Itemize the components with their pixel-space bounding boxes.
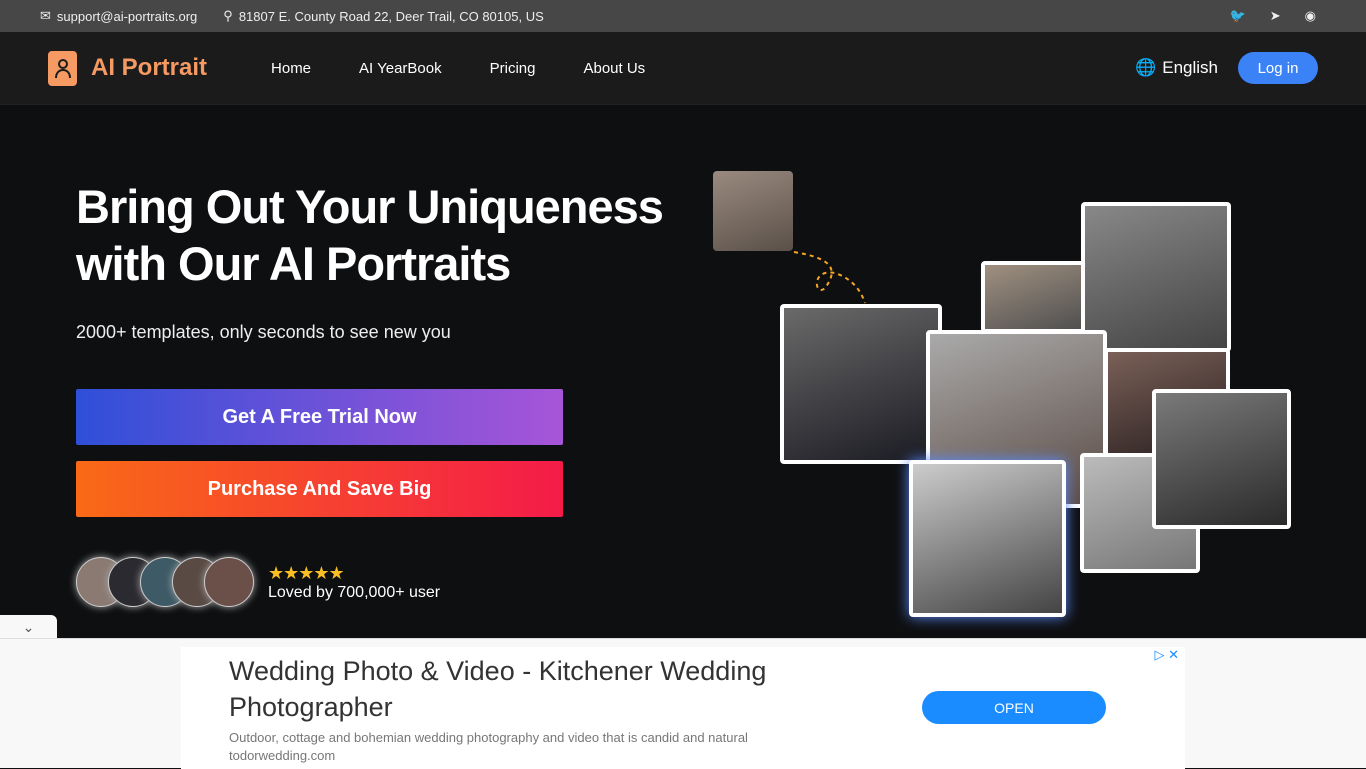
purchase-button[interactable]: Purchase And Save Big xyxy=(76,461,563,517)
nav-about-us[interactable]: About Us xyxy=(583,60,645,77)
portrait-image xyxy=(981,261,1085,333)
ad-description: Outdoor, cottage and bohemian wedding ph… xyxy=(229,730,748,745)
mail-icon: ✉ xyxy=(40,8,51,23)
email-info: ✉ support@ai-portraits.org xyxy=(40,8,198,24)
social-proof: ★★★★★ Loved by 700,000+ user xyxy=(76,557,663,607)
discord-icon[interactable]: ◉ xyxy=(1305,8,1316,24)
ad-banner: ▷ ✕ Wedding Photo & Video - Kitchener We… xyxy=(0,638,1366,769)
hero-title: Bring Out Your Uniqueness with Our AI Por… xyxy=(76,180,664,290)
nav-home[interactable]: Home xyxy=(271,60,311,77)
nav-ai-yearbook[interactable]: AI YearBook xyxy=(359,60,442,77)
nav-pricing[interactable]: Pricing xyxy=(490,60,536,77)
arrow-icon xyxy=(793,251,866,304)
hero-subtitle: 2000+ templates, only seconds to see new… xyxy=(76,322,451,342)
logo[interactable]: AI Portrait xyxy=(48,50,207,86)
ad-domain[interactable]: todorwedding.com xyxy=(229,747,748,765)
telegram-icon[interactable]: ➤ xyxy=(1270,8,1281,24)
globe-icon: 🌐 xyxy=(1135,58,1157,77)
hero-section: Bring Out Your Uniqueness with Our AI Por… xyxy=(76,178,664,607)
portrait-image xyxy=(780,304,942,464)
free-trial-button[interactable]: Get A Free Trial Now xyxy=(76,389,563,445)
ad-open-button[interactable]: OPEN xyxy=(922,691,1106,724)
twitter-icon[interactable]: 🐦 xyxy=(1230,8,1246,24)
location-pin-icon: ⚲ xyxy=(223,8,233,23)
address-info: ⚲ 81807 E. County Road 22, Deer Trail, CO… xyxy=(223,8,544,24)
avatar xyxy=(204,557,254,607)
star-rating: ★★★★★ xyxy=(268,562,345,583)
portrait-image xyxy=(713,171,793,251)
portrait-image xyxy=(1152,389,1291,529)
person-icon xyxy=(48,50,77,86)
ad-title[interactable]: Wedding Photo & Video - Kitchener Weddin… xyxy=(229,653,869,725)
login-button[interactable]: Log in xyxy=(1238,52,1318,84)
portrait-image xyxy=(909,460,1066,617)
main-nav: AI Portrait Home AI YearBook Pricing Abo… xyxy=(0,32,1366,105)
ad-choices-close-icon[interactable]: ▷ ✕ xyxy=(1154,647,1179,663)
ad-collapse-button[interactable]: ⌄ xyxy=(0,615,57,639)
top-info-bar: ✉ support@ai-portraits.org ⚲ 81807 E. Coun… xyxy=(0,0,1366,32)
loved-text: Loved by 700,000+ user xyxy=(268,583,441,601)
language-selector[interactable]: 🌐 English xyxy=(1135,58,1218,78)
